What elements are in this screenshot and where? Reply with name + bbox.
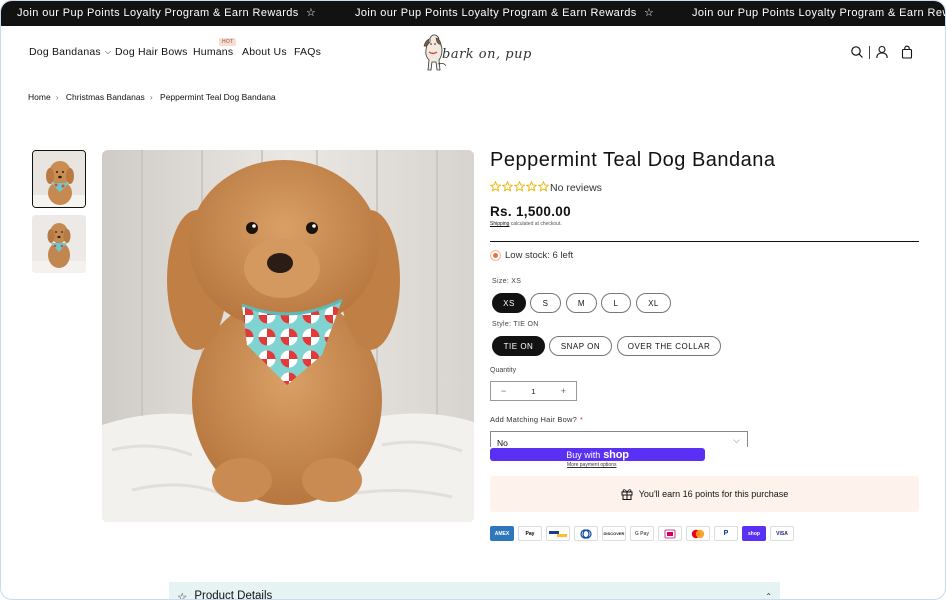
diners-club-icon	[574, 526, 598, 541]
mastercard-icon	[686, 526, 710, 541]
brand-logo-text: bark on, pup	[442, 47, 532, 62]
shipping-link[interactable]: Shipping	[490, 221, 509, 227]
cart-icon[interactable]	[900, 45, 914, 59]
quantity-value[interactable]: 1	[531, 387, 535, 396]
nav-dog-hair-bows[interactable]: Dog Hair Bows	[115, 46, 188, 58]
more-payment-options-link[interactable]: More payment options	[567, 462, 616, 468]
product-main-image[interactable]	[102, 150, 474, 522]
star-outline-icon	[538, 181, 549, 192]
paypal-icon: P	[714, 526, 738, 541]
product-details-accordion[interactable]: ☆ Product Details ⌃	[169, 582, 780, 600]
ideal-icon	[658, 526, 682, 541]
hot-badge: HOT	[219, 38, 237, 46]
announcement-bar: Join our Pup Points Loyalty Program & Ea…	[1, 1, 945, 26]
nav-humans[interactable]: Humans	[193, 46, 233, 58]
chevron-right-icon: ›	[149, 92, 153, 102]
nav-about-us[interactable]: About Us	[242, 46, 287, 58]
quantity-stepper: − 1 +	[490, 381, 577, 401]
size-option-s[interactable]: S	[530, 293, 561, 313]
size-option-m[interactable]: M	[566, 293, 597, 313]
size-option-xl[interactable]: XL	[636, 293, 671, 313]
shop-pay-button[interactable]: Buy with shop	[490, 448, 705, 461]
product-title: Peppermint Teal Dog Bandana	[490, 149, 776, 171]
stock-dot-icon	[490, 250, 501, 261]
announcement-message[interactable]: Join our Pup Points Loyalty Program & Ea…	[17, 7, 299, 19]
thumbnail-1[interactable]	[32, 150, 86, 208]
hair-bow-label-text: Add Matching Hair Bow?	[490, 415, 577, 424]
dog-photo	[102, 150, 474, 522]
search-icon[interactable]	[850, 45, 864, 59]
style-option-snap-on[interactable]: SNAP ON	[549, 336, 612, 356]
hair-bow-select[interactable]: No ⌵	[490, 431, 748, 447]
reviews-count[interactable]: No reviews	[550, 182, 602, 194]
breadcrumb: Home › Christmas Bandanas › Peppermint Tea…	[28, 92, 280, 102]
shipping-note: Shipping calculated at checkout.	[490, 221, 562, 227]
breadcrumb-current: Peppermint Teal Dog Bandana	[160, 92, 276, 102]
thumbnail-2[interactable]	[32, 215, 86, 273]
minus-icon[interactable]: −	[501, 386, 506, 396]
hair-bow-value: No	[497, 438, 508, 447]
apple-pay-icon: Pay	[518, 526, 542, 541]
star-rating[interactable]	[490, 181, 549, 192]
apple-pay-label: Pay	[525, 530, 535, 537]
google-pay-icon: G Pay	[630, 526, 654, 541]
style-option-over-the-collar[interactable]: OVER THE COLLAR	[617, 336, 721, 356]
discover-icon: DISCOVER	[602, 526, 626, 541]
nav-faqs[interactable]: FAQs	[294, 46, 321, 58]
breadcrumb-home[interactable]: Home	[28, 92, 51, 102]
breadcrumb-collection[interactable]: Christmas Bandanas	[66, 92, 145, 102]
shop-pay-prefix: Buy with	[566, 449, 601, 460]
payment-icons: AMEX Pay DISCOVER G Pay P shop VISA	[490, 526, 794, 541]
star-outline-icon	[490, 181, 501, 192]
size-label: Size: XS	[492, 278, 522, 285]
star-icon: ☆	[306, 7, 316, 19]
account-icon[interactable]	[875, 45, 889, 59]
shop-pay-icon: shop	[742, 526, 766, 541]
star-icon: ☆	[644, 7, 654, 19]
dog-photo-thumbnail	[33, 151, 85, 207]
size-option-l[interactable]: L	[601, 293, 631, 313]
star-outline-icon	[526, 181, 537, 192]
announcement-message[interactable]: Join our Pup Points Loyalty Program & Ea…	[355, 7, 637, 19]
site-header: Dog Bandanas ⌵ Dog Hair Bows Humans HOT A…	[1, 26, 945, 82]
stock-indicator: Low stock: 6 left	[490, 250, 573, 261]
nav-dog-bandanas[interactable]: Dog Bandanas ⌵	[29, 46, 111, 58]
stock-text: Low stock: 6 left	[505, 250, 574, 261]
product-price: Rs. 1,500.00	[490, 204, 571, 219]
header-divider	[869, 46, 870, 59]
shipping-note-text: calculated at checkout.	[509, 221, 562, 227]
chevron-down-icon: ⌵	[104, 47, 112, 56]
star-outline-icon	[502, 181, 513, 192]
chevron-right-icon: ›	[55, 92, 59, 102]
style-option-tie-on[interactable]: TIE ON	[492, 336, 545, 356]
star-outline-icon	[514, 181, 525, 192]
announcement-message[interactable]: Join our Pup Points Loyalty Program & Ea…	[692, 7, 945, 19]
page: Join our Pup Points Loyalty Program & Ea…	[0, 0, 946, 600]
quantity-label: Quantity	[490, 367, 517, 374]
chevron-up-icon: ⌃	[765, 592, 772, 600]
chevron-down-icon: ⌵	[733, 435, 740, 445]
star-outline-icon: ☆	[177, 592, 188, 600]
shop-pay-brand: shop	[603, 448, 629, 461]
hair-bow-label: Add Matching Hair Bow? *	[490, 415, 583, 424]
required-marker: *	[579, 415, 584, 424]
visa-icon: VISA	[770, 526, 794, 541]
amex-icon: AMEX	[490, 526, 514, 541]
dog-photo-thumbnail	[32, 215, 86, 273]
loyalty-points-banner: You'll earn 16 points for this purchase	[490, 476, 919, 512]
gift-icon	[621, 489, 633, 500]
divider	[490, 241, 919, 242]
bancontact-icon	[546, 526, 570, 541]
plus-icon[interactable]: +	[561, 386, 566, 396]
style-label: Style: TIE ON	[492, 321, 539, 328]
product-details-title: Product Details	[194, 590, 273, 600]
loyalty-points-text: You'll earn 16 points for this purchase	[638, 489, 789, 499]
nav-label: Dog Bandanas	[29, 46, 101, 58]
size-option-xs[interactable]: XS	[492, 293, 526, 313]
